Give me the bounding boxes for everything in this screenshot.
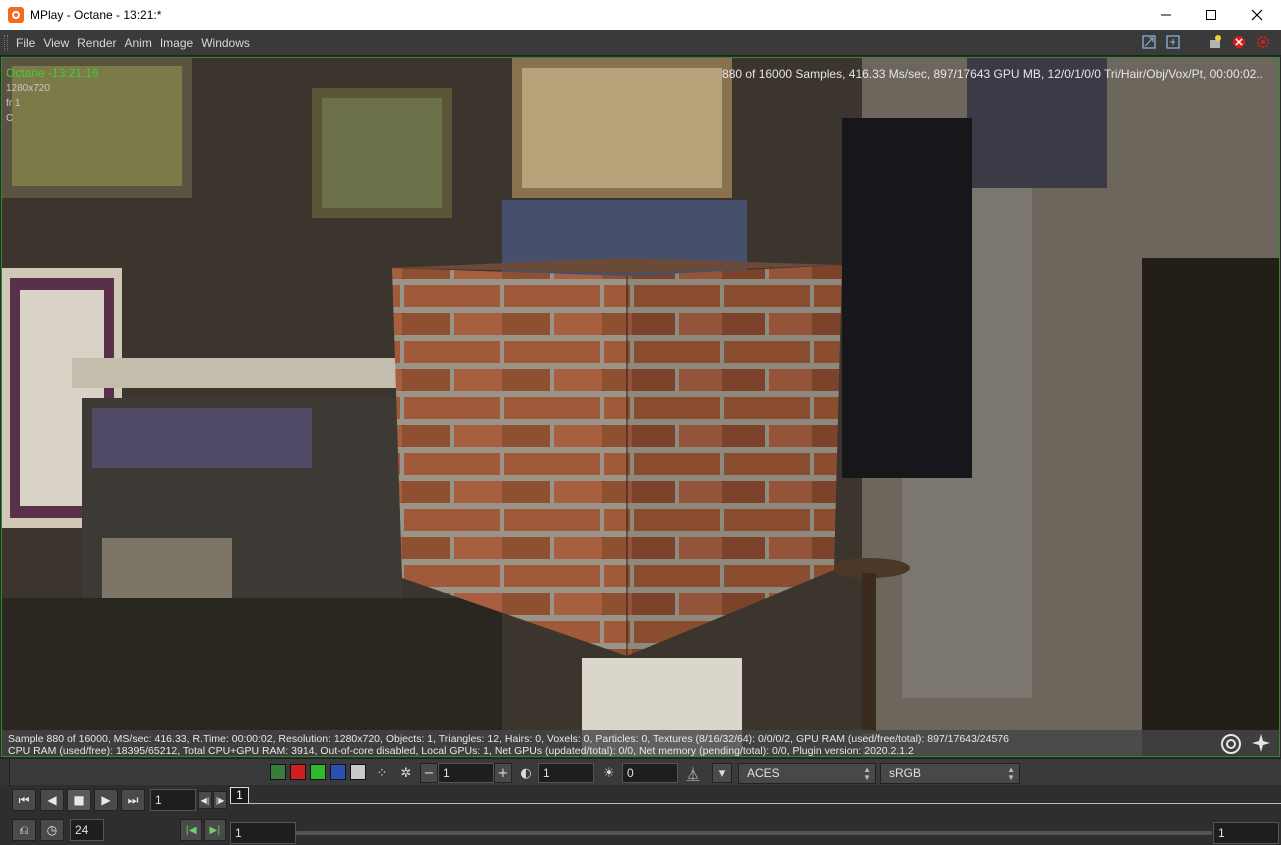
lut-select[interactable]: ACES ▲ ▼	[738, 763, 876, 784]
minimize-icon	[1161, 14, 1171, 16]
resolution-label: 1280x720	[6, 83, 50, 94]
decrement-button[interactable]: −	[420, 763, 438, 783]
select-arrow-icon: ▲ ▼	[863, 765, 871, 782]
frame-label: fr 1	[6, 98, 21, 109]
menu-image[interactable]: Image	[160, 36, 193, 50]
books-stack	[102, 538, 232, 598]
houdini-logo-icon	[1221, 734, 1241, 754]
gamma-field[interactable]: 1	[438, 763, 494, 783]
render-label: Octane -13:21:16	[6, 66, 99, 80]
range-end-field[interactable]: 1	[1213, 822, 1279, 844]
channel-blue-swatch[interactable]	[330, 764, 346, 780]
render-viewport[interactable]: Octane -13:21:16 1280x720 fr 1 C 880 of …	[1, 57, 1280, 757]
info-line-2: CPU RAM (used/free): 18395/65212, Total …	[8, 745, 914, 756]
chair-right	[1142, 258, 1279, 756]
menu-anim[interactable]: Anim	[125, 36, 152, 50]
brightness-icon[interactable]: ☀	[600, 764, 618, 782]
new-light-icon[interactable]	[1207, 34, 1223, 50]
painting-flowers-inner	[322, 98, 442, 208]
range-slider[interactable]	[296, 831, 1212, 835]
menu-view[interactable]: View	[43, 36, 69, 50]
clock-icon[interactable]: ◷	[40, 819, 64, 841]
colorspace-select[interactable]: sRGB ▲ ▼	[880, 763, 1020, 784]
next-key-button[interactable]: |▶	[213, 791, 227, 809]
range-end-button[interactable]: ▶|	[204, 819, 226, 841]
lut-value: ACES	[747, 766, 780, 780]
realtime-toggle-button[interactable]: ⎌	[12, 819, 36, 841]
playback-bar: ⏮ ◀ ■ ▶ ⏭ 1 ◀| |▶ 1 ⎌ ◷ 24 |◀ ▶| 1 1	[0, 785, 1281, 845]
range-start-button[interactable]: |◀	[180, 819, 202, 841]
offset-field[interactable]: 0	[622, 763, 678, 783]
stool-leg	[862, 573, 876, 733]
channel-rgb-swatch[interactable]	[270, 764, 286, 780]
first-frame-button[interactable]: ⏮	[12, 789, 36, 811]
increment-button[interactable]: +	[494, 763, 512, 783]
fps-field[interactable]: 24	[70, 819, 104, 841]
fit-view-icon[interactable]	[1141, 34, 1157, 50]
menu-icon-group	[1141, 34, 1271, 50]
octane-logo-icon	[1252, 734, 1270, 752]
render-info-bar: Sample 880 of 16000, MS/sec: 416.33, R.T…	[2, 730, 1279, 756]
stop-render-icon[interactable]	[1231, 34, 1247, 50]
channel-alpha-swatch[interactable]	[350, 764, 366, 780]
dots-grid-icon[interactable]: ⁘	[373, 764, 391, 782]
sparkle-icon[interactable]: ✲	[397, 764, 415, 782]
window-title: MPlay - Octane - 13:21:*	[30, 8, 162, 22]
maximize-button[interactable]	[1188, 0, 1234, 30]
hanging-coat	[842, 118, 972, 478]
save-image-icon[interactable]	[1165, 34, 1181, 50]
close-button[interactable]	[1234, 0, 1280, 30]
close-icon	[1251, 9, 1263, 21]
channel-label: C	[6, 113, 14, 124]
vector-icon[interactable]: ⏅	[684, 764, 702, 783]
shelf	[72, 358, 402, 388]
step-back-button[interactable]: ◀	[40, 789, 64, 811]
render-image	[2, 58, 1279, 756]
info-line-1: Sample 880 of 16000, MS/sec: 416.33, R.T…	[8, 733, 1009, 745]
dropdown-toggle[interactable]: ▾	[712, 763, 732, 783]
menu-render[interactable]: Render	[77, 36, 116, 50]
houdini-app-icon	[8, 7, 24, 23]
last-frame-button[interactable]: ⏭	[121, 789, 145, 811]
channel-red-swatch[interactable]	[290, 764, 306, 780]
menu-grip[interactable]	[4, 34, 8, 51]
purple-cloth	[92, 408, 312, 468]
contrast-icon[interactable]: ◐	[517, 764, 535, 782]
title-bar: MPlay - Octane - 13:21:*	[0, 0, 1281, 30]
exposure-field[interactable]: 1	[538, 763, 594, 783]
logo-area	[1219, 732, 1273, 754]
menu-bar: File View Render Anim Image Windows	[0, 30, 1281, 56]
minimize-button[interactable]	[1143, 0, 1189, 30]
play-button[interactable]: ▶	[94, 789, 118, 811]
timeline-frame-marker[interactable]: 1	[230, 787, 249, 804]
menu-windows[interactable]: Windows	[201, 36, 250, 50]
menu-file[interactable]: File	[16, 36, 35, 50]
render-stats: 880 of 16000 Samples, 416.33 Ms/sec, 897…	[722, 67, 1263, 81]
colorspace-value: sRGB	[889, 766, 922, 780]
settings-red-icon[interactable]	[1255, 34, 1271, 50]
render-toolbar: ⁘ ✲ − 1 + ◐ 1 ☀ 0 ⏅ ▾ ACES ▲ ▼ sRGB ▲ ▼	[0, 758, 1281, 845]
select-arrow-icon: ▲ ▼	[1007, 765, 1015, 782]
stop-button[interactable]: ■	[67, 789, 91, 811]
current-frame-field[interactable]: 1	[150, 789, 196, 811]
range-start-field[interactable]: 1	[230, 822, 296, 844]
menu-icon-spacer	[1189, 34, 1199, 50]
painting-ornament-inner	[522, 68, 722, 188]
maximize-icon	[1206, 10, 1216, 20]
mplay-window: MPlay - Octane - 13:21:* File View Rende…	[0, 0, 1281, 845]
channel-green-swatch[interactable]	[310, 764, 326, 780]
timeline-track[interactable]	[230, 803, 1281, 804]
prev-key-button[interactable]: ◀|	[198, 791, 212, 809]
